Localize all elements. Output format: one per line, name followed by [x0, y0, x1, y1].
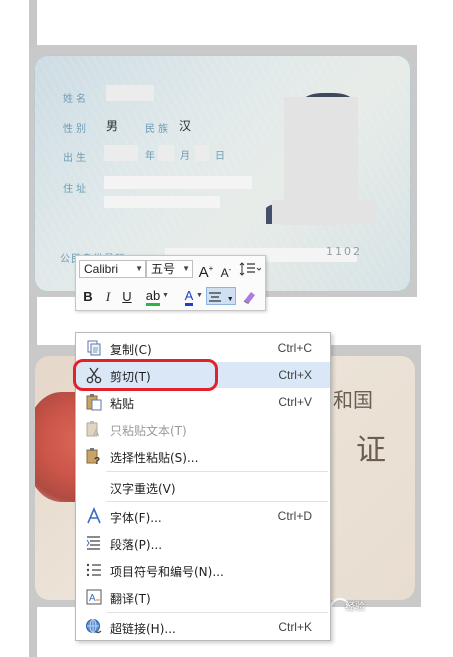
menu-item-paste-text-only[interactable]: A 只粘贴文本(T)	[76, 416, 330, 442]
menu-item-shortcut: Ctrl+D	[277, 509, 312, 523]
line-spacing-icon	[239, 262, 262, 276]
highlight-icon: ab	[145, 289, 161, 306]
birth-year-unit: 年	[145, 151, 158, 162]
font-size-select[interactable]: 五号 ▼	[146, 260, 193, 278]
paste-special-icon: ?	[86, 448, 100, 465]
line-spacing-button[interactable]	[236, 259, 264, 279]
paragraph-icon	[86, 536, 100, 550]
menu-item-translate[interactable]: A 翻译(T)	[76, 584, 330, 610]
chevron-down-icon: ▼	[182, 264, 190, 273]
sex-label: 性别	[63, 124, 89, 135]
menu-item-bullets-numbering[interactable]: 项目符号和编号(N)...	[76, 557, 330, 583]
menu-item-font[interactable]: 字体(F)... Ctrl+D	[76, 503, 330, 529]
menu-item-paste[interactable]: 粘贴 Ctrl+V	[76, 389, 330, 415]
mini-formatting-toolbar: Calibri ▼ 五号 ▼ A+ A- B I U ab ▼ A ▼ ▼	[75, 255, 266, 311]
font-size-value: 五号	[151, 262, 176, 276]
eraser-icon	[243, 291, 255, 304]
sex-value: 男	[106, 119, 119, 133]
menu-item-copy[interactable]: 复制(C) Ctrl+C	[76, 335, 330, 361]
align-button[interactable]: ▼	[206, 287, 236, 305]
birth-label: 出生	[63, 153, 89, 164]
grow-font-icon: A	[198, 264, 209, 281]
menu-item-label: 汉字重选(V)	[110, 482, 176, 496]
menu-item-reselect-hanzi[interactable]: 汉字重选(V)	[76, 474, 330, 500]
svg-text:A: A	[89, 593, 96, 604]
birth-month-unit: 月	[180, 151, 193, 162]
menu-item-label: 复制(C)	[110, 343, 152, 357]
address-redaction-2	[104, 196, 220, 208]
bold-button[interactable]: B	[80, 287, 96, 307]
menu-item-label: 只粘贴文本(T)	[110, 424, 187, 438]
svg-text:?: ?	[94, 456, 100, 465]
menu-item-label: 选择性粘贴(S)...	[110, 451, 199, 465]
font-color-icon: A	[184, 289, 194, 306]
paste-icon	[86, 394, 102, 411]
menu-separator	[106, 471, 328, 472]
chevron-down-icon: ▼	[162, 292, 169, 299]
watermark-text: 经验	[345, 602, 365, 613]
birth-day-unit: 日	[215, 151, 228, 162]
chevron-down-icon: ▼	[226, 296, 234, 303]
menu-item-paste-special[interactable]: ? 选择性粘贴(S)...	[76, 443, 330, 469]
birth-month-redaction	[158, 145, 174, 161]
menu-item-shortcut: Ctrl+X	[278, 368, 312, 382]
card-back-certificate-line: 证	[356, 433, 386, 468]
menu-separator	[106, 612, 328, 613]
page-edge-bar-middle	[29, 296, 37, 346]
font-name-select[interactable]: Calibri ▼	[79, 260, 146, 278]
menu-item-label: 超链接(H)...	[110, 622, 176, 636]
name-redaction	[106, 85, 154, 101]
menu-item-shortcut: Ctrl+V	[278, 395, 312, 409]
menu-item-label: 字体(F)...	[110, 511, 162, 525]
font-icon	[87, 507, 101, 524]
underline-button[interactable]: U	[119, 287, 135, 307]
shrink-font-button[interactable]: A-	[217, 260, 235, 280]
menu-item-label: 段落(P)...	[110, 538, 163, 552]
menu-item-label: 粘贴	[110, 397, 135, 411]
bullets-icon	[86, 563, 101, 577]
paste-text-icon: A	[86, 421, 99, 438]
copy-icon	[87, 340, 101, 356]
svg-text:A: A	[93, 428, 99, 438]
shrink-font-icon: A	[220, 266, 229, 280]
italic-button[interactable]: I	[101, 287, 115, 307]
menu-item-label: 翻译(T)	[110, 592, 151, 606]
menu-item-hyperlink[interactable]: 超链接(H)... Ctrl+K	[76, 614, 330, 640]
birth-year-redaction	[104, 145, 138, 161]
highlight-button[interactable]: ab ▼	[138, 286, 169, 306]
translate-icon: A	[86, 589, 102, 605]
id-number-tail: 1102	[326, 245, 362, 258]
photo-redaction-lower	[272, 200, 376, 224]
address-label: 住址	[63, 184, 89, 195]
grow-font-button[interactable]: A+	[196, 259, 216, 281]
menu-item-shortcut: Ctrl+K	[278, 620, 312, 634]
page-edge-bar-top	[29, 0, 37, 48]
font-name-value: Calibri	[84, 262, 119, 276]
card-back-title-line: 和国	[333, 388, 373, 412]
page-edge-bar-bottom	[29, 606, 37, 657]
chevron-down-icon: ▼	[196, 292, 203, 299]
cut-highlight-annotation	[73, 359, 218, 391]
font-color-button[interactable]: A ▼	[174, 286, 204, 306]
birth-day-redaction	[195, 145, 209, 161]
menu-item-shortcut: Ctrl+C	[277, 341, 312, 355]
ethnicity-label: 民族	[145, 124, 171, 135]
align-center-icon	[209, 292, 222, 302]
ethnicity-value: 汉	[179, 119, 192, 133]
address-redaction-1	[104, 176, 252, 189]
hyperlink-icon	[86, 619, 102, 634]
format-painter-button[interactable]	[238, 287, 260, 307]
menu-separator	[106, 501, 328, 502]
menu-item-label: 项目符号和编号(N)...	[110, 565, 224, 579]
menu-item-paragraph[interactable]: 段落(P)...	[76, 530, 330, 556]
chevron-down-icon: ▼	[135, 264, 143, 273]
name-label: 姓名	[63, 94, 89, 105]
